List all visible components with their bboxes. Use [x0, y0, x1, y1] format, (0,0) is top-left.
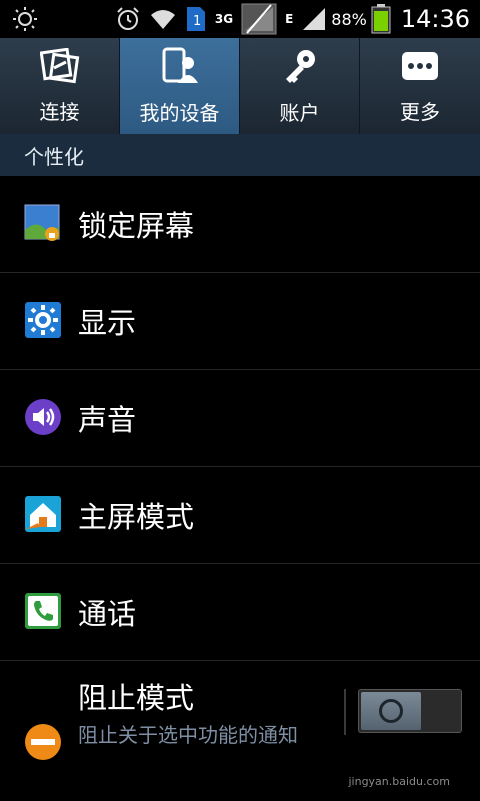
tab-label: 连接: [39, 99, 80, 124]
tab-accounts[interactable]: 账户: [240, 38, 360, 134]
settings-list: 锁定屏幕 显示 声音 主屏模式 通话 阻止模式 阻止关于选中功能的通知: [0, 176, 480, 801]
clock: 14:36: [400, 5, 470, 33]
sim-icon: 1: [185, 5, 207, 33]
tab-label: 账户: [279, 100, 320, 125]
connections-icon: [39, 47, 80, 88]
alarm-icon: [115, 6, 141, 32]
tab-connections[interactable]: 连接: [0, 38, 120, 134]
lock-screen-icon: [24, 204, 62, 242]
brightness-icon: [10, 6, 40, 32]
blocking-mode-icon: [24, 723, 62, 761]
network-edge-label: E: [285, 12, 294, 26]
tab-label: 更多: [400, 99, 440, 124]
setting-home-screen-mode[interactable]: 主屏模式: [0, 467, 480, 564]
signal-strength-icon: [301, 6, 327, 32]
setting-display[interactable]: 显示: [0, 273, 480, 370]
toggle-knob[interactable]: [361, 692, 421, 730]
setting-sound[interactable]: 声音: [0, 370, 480, 467]
accounts-icon: [280, 47, 320, 89]
settings-tabs: 连接 我的设备 账户 更多: [0, 38, 480, 135]
setting-title: 通话: [78, 597, 137, 631]
section-header: 个性化: [0, 134, 480, 176]
wifi-icon: [149, 7, 177, 31]
display-icon: [24, 301, 62, 339]
network-type-label: 3G: [214, 12, 234, 26]
status-bar: 1 3G E 88% 14:36: [0, 0, 480, 38]
tab-more[interactable]: 更多: [360, 38, 480, 134]
section-title: 个性化: [24, 144, 84, 169]
watermark: jingyan.baidu.com: [348, 775, 450, 788]
setting-title: 显示: [78, 306, 137, 340]
home-screen-mode-icon: [24, 495, 62, 533]
setting-title: 锁定屏幕: [78, 209, 195, 243]
setting-call[interactable]: 通话: [0, 564, 480, 661]
tab-my-device[interactable]: 我的设备: [120, 38, 240, 134]
my-device-icon: [160, 47, 200, 89]
call-icon: [24, 592, 62, 630]
setting-lock-screen[interactable]: 锁定屏幕: [0, 176, 480, 273]
battery-percent: 88%: [331, 9, 367, 29]
divider: [344, 689, 346, 735]
setting-subtitle: 阻止关于选中功能的通知: [78, 723, 298, 747]
tab-label: 我的设备: [139, 100, 220, 125]
setting-title: 阻止模式: [78, 681, 195, 715]
svg-text:1: 1: [193, 14, 201, 29]
setting-title: 主屏模式: [78, 500, 195, 534]
signal-icon: [241, 3, 277, 35]
sound-icon: [24, 398, 62, 436]
battery-icon: [371, 4, 391, 34]
more-icon: [400, 48, 440, 88]
setting-title: 声音: [78, 403, 137, 437]
blocking-mode-toggle[interactable]: [358, 689, 462, 733]
